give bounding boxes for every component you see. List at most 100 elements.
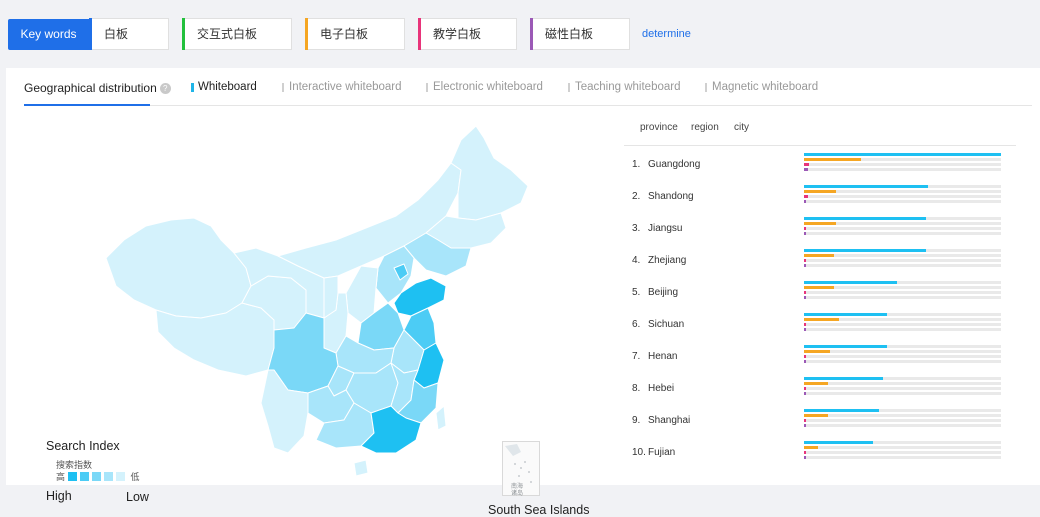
province-name: Guangdong bbox=[648, 159, 701, 170]
bar-magnetic bbox=[804, 168, 808, 171]
bar-track bbox=[804, 318, 1001, 321]
determine-link[interactable]: determine bbox=[642, 28, 691, 40]
help-icon[interactable]: ? bbox=[159, 83, 171, 94]
ranking-row[interactable]: 10. Fujian bbox=[624, 436, 1016, 468]
bar-track bbox=[804, 392, 1001, 395]
bar-track bbox=[804, 185, 1001, 188]
ranking-row[interactable]: 8. Hebei bbox=[624, 372, 1016, 404]
keywords-button[interactable]: Key words bbox=[8, 19, 89, 50]
tab-magnetic-whiteboard[interactable]: Magnetic whiteboard bbox=[705, 81, 818, 93]
ranking-row[interactable]: 4. Zhejiang bbox=[624, 244, 1016, 276]
bar-magnetic bbox=[804, 232, 807, 235]
series-tabs: Geographical distribution? Whiteboard In… bbox=[24, 68, 1032, 106]
ranking-row[interactable]: 5. Beijing bbox=[624, 276, 1016, 308]
legend-swatch-1 bbox=[68, 472, 78, 481]
bar-electronic bbox=[804, 286, 834, 289]
bar-whiteboard bbox=[804, 377, 883, 380]
province-name: Hebei bbox=[648, 383, 675, 394]
ranking-tab-region[interactable]: region bbox=[691, 122, 719, 133]
tab-whiteboard[interactable]: Whiteboard bbox=[191, 81, 257, 93]
ranking-row[interactable]: 7. Henan bbox=[624, 340, 1016, 372]
bar-track bbox=[804, 217, 1001, 220]
keyword-color-bar bbox=[530, 18, 533, 50]
region-hainan[interactable] bbox=[353, 459, 369, 477]
ranking-row[interactable]: 3. Jiangsu bbox=[624, 212, 1016, 244]
rank-number: 2. bbox=[632, 191, 641, 202]
province-name: Shanghai bbox=[648, 415, 691, 426]
ranking-tab-province[interactable]: province bbox=[640, 122, 678, 133]
tab-interactive-whiteboard[interactable]: Interactive whiteboard bbox=[282, 81, 402, 93]
bar-track bbox=[804, 259, 1001, 262]
series-marker bbox=[426, 83, 428, 92]
bar-track bbox=[804, 200, 1001, 203]
tab-label: Interactive whiteboard bbox=[289, 81, 402, 93]
ranking-row[interactable]: 6. Sichuan bbox=[624, 308, 1016, 340]
bar-electronic bbox=[804, 318, 840, 321]
bar-track bbox=[804, 195, 1001, 198]
bar-track bbox=[804, 264, 1001, 267]
bar-track bbox=[804, 350, 1001, 353]
tab-electronic-whiteboard[interactable]: Electronic whiteboard bbox=[426, 81, 543, 93]
south-sea-cn-2: 诸岛 bbox=[511, 489, 523, 497]
keyword-text: 电子白板 bbox=[320, 27, 369, 41]
province-name: Zhejiang bbox=[648, 255, 687, 266]
bar-track bbox=[804, 249, 1001, 252]
south-sea-label: South Sea Islands bbox=[488, 503, 590, 517]
bar-track bbox=[804, 409, 1001, 412]
region-heilongjiang[interactable] bbox=[450, 125, 529, 221]
region-taiwan[interactable] bbox=[435, 405, 447, 431]
ranking-row[interactable]: 9. Shanghai bbox=[624, 404, 1016, 436]
tab-teaching-whiteboard[interactable]: Teaching whiteboard bbox=[568, 81, 681, 93]
rank-number: 7. bbox=[632, 351, 641, 362]
keyword-text: 磁性白板 bbox=[545, 27, 594, 41]
bar-teaching bbox=[804, 387, 807, 390]
keyword-input-3[interactable]: 电子白板 bbox=[305, 18, 405, 50]
bar-track bbox=[804, 313, 1001, 316]
keyword-input-5[interactable]: 磁性白板 bbox=[530, 18, 630, 50]
region-xinjiang[interactable] bbox=[105, 217, 252, 319]
legend-swatch-5 bbox=[116, 472, 126, 481]
series-marker bbox=[282, 83, 284, 92]
ranking-tab-city[interactable]: city bbox=[734, 122, 749, 133]
province-name: Beijing bbox=[648, 287, 679, 298]
bar-track bbox=[804, 377, 1001, 380]
ranking-header: province region city bbox=[624, 108, 1016, 146]
keyword-input-2[interactable]: 交互式白板 bbox=[182, 18, 292, 50]
province-name: Henan bbox=[648, 351, 678, 362]
rank-number: 4. bbox=[632, 255, 641, 266]
bar-magnetic bbox=[804, 264, 807, 267]
bar-track bbox=[804, 296, 1001, 299]
keyword-text: 教学白板 bbox=[433, 27, 482, 41]
bar-track bbox=[804, 323, 1001, 326]
tab-label: Magnetic whiteboard bbox=[712, 81, 819, 93]
keyword-input-1[interactable]: 白板 bbox=[89, 18, 169, 50]
tab-label: Teaching whiteboard bbox=[575, 81, 681, 93]
geo-panel: Geographical distribution? Whiteboard In… bbox=[6, 68, 1040, 517]
tab-geographical-distribution[interactable]: Geographical distribution? bbox=[24, 81, 171, 95]
keyword-color-bar bbox=[89, 18, 92, 50]
rank-number: 5. bbox=[632, 287, 641, 298]
rank-number: 8. bbox=[632, 383, 641, 394]
province-name: Sichuan bbox=[648, 319, 685, 330]
ranking-panel: province region city 1. Guangdong 2. Shando… bbox=[624, 108, 1016, 485]
province-name: Fujian bbox=[648, 447, 676, 458]
keyword-input-4[interactable]: 教学白板 bbox=[418, 18, 517, 50]
rank-number: 9. bbox=[632, 415, 641, 426]
bar-track bbox=[804, 254, 1001, 257]
ranking-row[interactable]: 2. Shandong bbox=[624, 180, 1016, 212]
ranking-row[interactable]: 1. Guangdong bbox=[624, 148, 1016, 180]
china-map: Search Index 搜索指数 高 低 High Low 南海 诸岛 Sou… bbox=[6, 108, 616, 517]
keyword-color-bar bbox=[305, 18, 308, 50]
rank-number: 3. bbox=[632, 223, 641, 234]
bar-track bbox=[804, 158, 1001, 161]
legend-swatch-2 bbox=[80, 472, 90, 481]
bar-teaching bbox=[804, 163, 809, 166]
south-sea-inset-svg: 南海 诸岛 bbox=[505, 444, 532, 497]
bar-teaching bbox=[804, 323, 807, 326]
keyword-text: 白板 bbox=[104, 27, 129, 41]
legend-swatch-3 bbox=[92, 472, 102, 481]
south-sea-cn-1: 南海 bbox=[511, 482, 523, 490]
bar-whiteboard bbox=[804, 345, 887, 348]
bar-track bbox=[804, 281, 1001, 284]
bar-track bbox=[804, 360, 1001, 363]
